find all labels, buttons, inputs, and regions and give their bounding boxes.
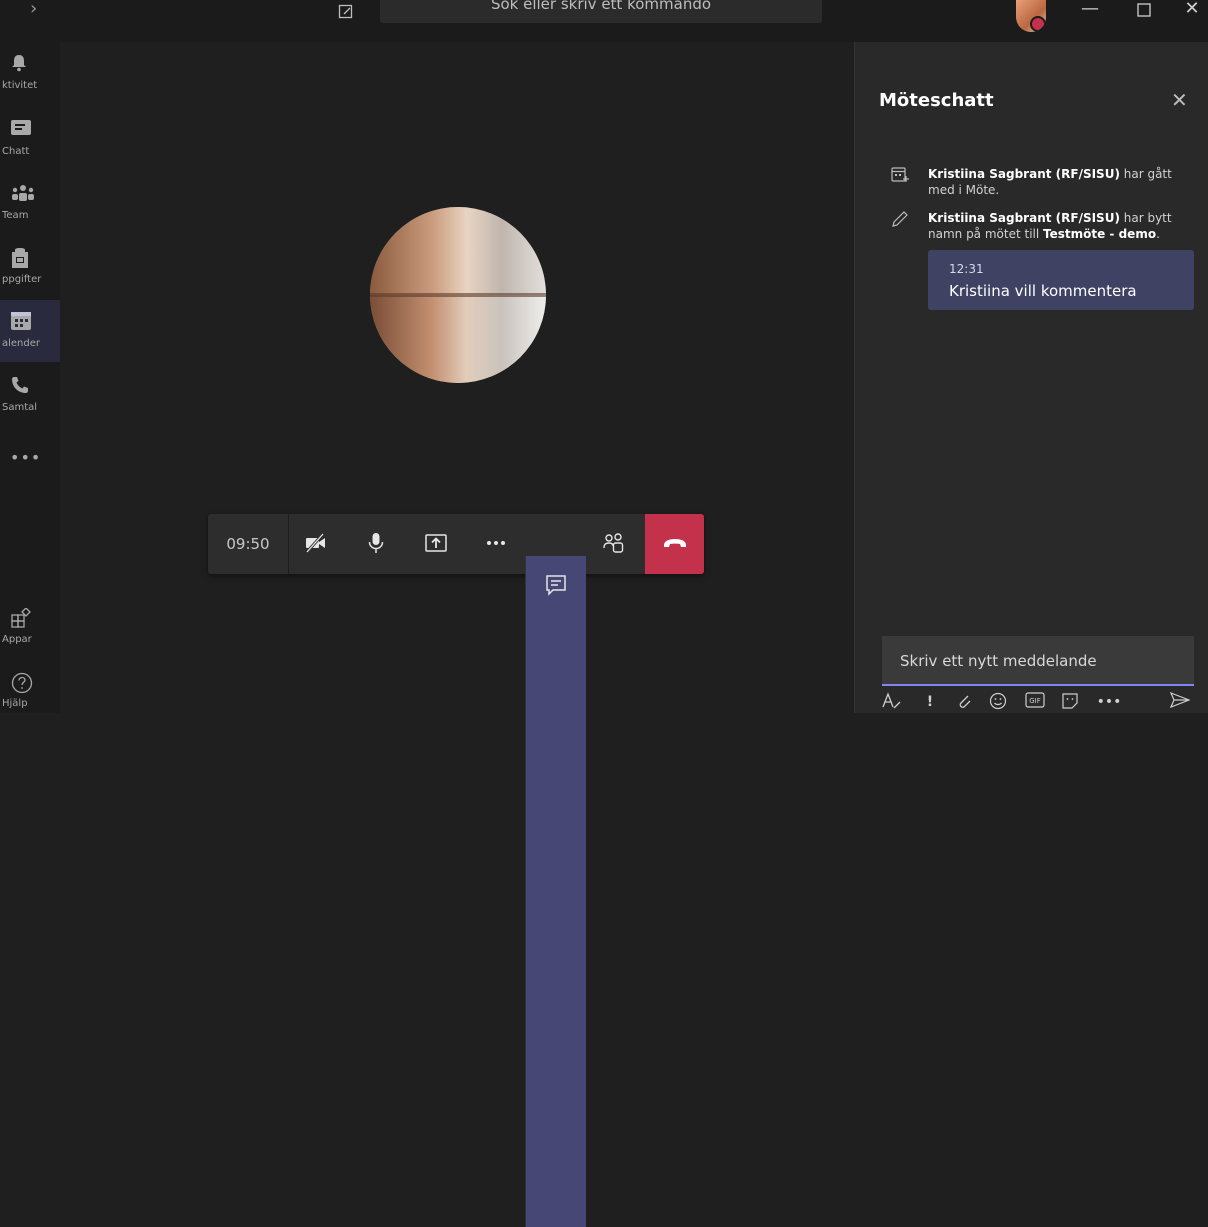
more-apps-icon[interactable]: •••: [10, 448, 41, 467]
show-chat-button[interactable]: [525, 556, 586, 1227]
rail-item-calendar[interactable]: alender: [0, 300, 60, 362]
meeting-chat-panel: Möteschatt ✕ Kristiina Sagbrant (RF/SISU…: [854, 42, 1208, 713]
event-user-name[interactable]: Kristiina Sagbrant (RF/SISU): [928, 167, 1120, 181]
status-busy-icon: [1030, 16, 1046, 32]
rail-item-apps[interactable]: Appar: [0, 596, 60, 658]
rail-label: Hjälp: [2, 698, 28, 709]
rail-label: ktivitet: [2, 80, 38, 91]
search-input[interactable]: Sök eller skriv ett kommando: [380, 0, 822, 23]
more-actions-button[interactable]: [472, 514, 518, 574]
chat-bubble-icon: [546, 575, 566, 596]
bell-icon: [12, 55, 26, 72]
rail-label: ppgifter: [2, 274, 42, 285]
call-controls: 09:50: [208, 514, 704, 1227]
chat-icon: [11, 120, 31, 135]
title-bar: › Sök eller skriv ett kommando — ✕: [0, 0, 1208, 42]
gif-label: GIF: [1029, 697, 1041, 705]
rail-label: Appar: [2, 634, 32, 645]
close-window-icon[interactable]: ✕: [1172, 0, 1208, 30]
user-avatar[interactable]: [1016, 0, 1046, 32]
more-horizontal-icon: [487, 541, 505, 545]
message-input[interactable]: [898, 636, 1192, 686]
app-rail: ktivitet Chatt Team ppgifter alender Sam…: [0, 42, 60, 713]
rail-item-teams[interactable]: Team: [0, 172, 60, 234]
participant-avatar[interactable]: [370, 207, 546, 383]
compose-icon[interactable]: [338, 4, 356, 22]
important-icon[interactable]: !: [920, 692, 940, 712]
rail-label: Chatt: [2, 146, 30, 157]
avatar-image-top: [370, 207, 546, 295]
more-options-icon[interactable]: •••: [1096, 692, 1122, 712]
event-user-name[interactable]: Kristiina Sagbrant (RF/SISU): [928, 211, 1120, 225]
message-time: 12:31: [949, 262, 984, 276]
chat-message[interactable]: 12:31 Kristiina vill kommentera: [928, 250, 1194, 310]
camera-toggle-button[interactable]: [292, 514, 338, 574]
send-icon[interactable]: [1169, 691, 1191, 712]
hang-up-icon: [664, 539, 686, 547]
message-text: Kristiina vill kommentera: [949, 282, 1137, 300]
format-icon[interactable]: [882, 692, 902, 712]
chat-title: Möteschatt: [879, 90, 994, 111]
show-participants-button[interactable]: [590, 514, 636, 574]
minimize-icon[interactable]: —: [1070, 0, 1110, 30]
assignments-icon: [12, 248, 28, 268]
camera-off-icon: [305, 533, 325, 553]
rail-item-calls[interactable]: Samtal: [0, 364, 60, 426]
share-screen-button[interactable]: [412, 514, 458, 574]
pencil-icon: [892, 211, 908, 227]
avatar-image-bottom: [370, 295, 546, 383]
compose-box[interactable]: [882, 636, 1194, 686]
rail-label: Team: [2, 210, 29, 221]
chevron-right-icon[interactable]: ›: [30, 0, 50, 20]
mic-toggle-button[interactable]: [352, 514, 398, 574]
share-screen-icon: [425, 534, 447, 552]
close-chat-icon[interactable]: ✕: [1171, 88, 1188, 112]
rail-item-activity[interactable]: ktivitet: [0, 42, 60, 104]
microphone-icon: [368, 533, 384, 553]
gif-icon[interactable]: GIF: [1024, 692, 1046, 712]
apps-icon: [11, 608, 31, 628]
meeting-name: Testmöte - demo: [1043, 227, 1157, 241]
compose-toolbar: ! GIF •••: [882, 691, 1194, 712]
teams-icon: [12, 185, 34, 201]
maximize-icon[interactable]: [1124, 0, 1164, 30]
hang-up-button[interactable]: [645, 514, 704, 574]
phone-icon: [12, 377, 28, 393]
sticker-icon[interactable]: [1060, 692, 1080, 712]
participants-icon: [603, 533, 624, 553]
avatar-image-line: [370, 293, 546, 297]
meeting-stage: 09:50: [60, 42, 854, 1227]
rail-item-chat[interactable]: Chatt: [0, 108, 60, 170]
rail-label: Samtal: [2, 402, 38, 413]
emoji-icon[interactable]: [988, 692, 1008, 712]
attach-icon[interactable]: [954, 692, 974, 712]
rail-item-assignments[interactable]: ppgifter: [0, 236, 60, 298]
event-text-end: .: [1156, 227, 1160, 241]
rail-label: alender: [2, 338, 41, 349]
calendar-icon: [11, 312, 31, 330]
call-timer: 09:50: [208, 514, 289, 574]
calendar-add-icon: [891, 167, 909, 182]
help-icon: [11, 672, 33, 694]
